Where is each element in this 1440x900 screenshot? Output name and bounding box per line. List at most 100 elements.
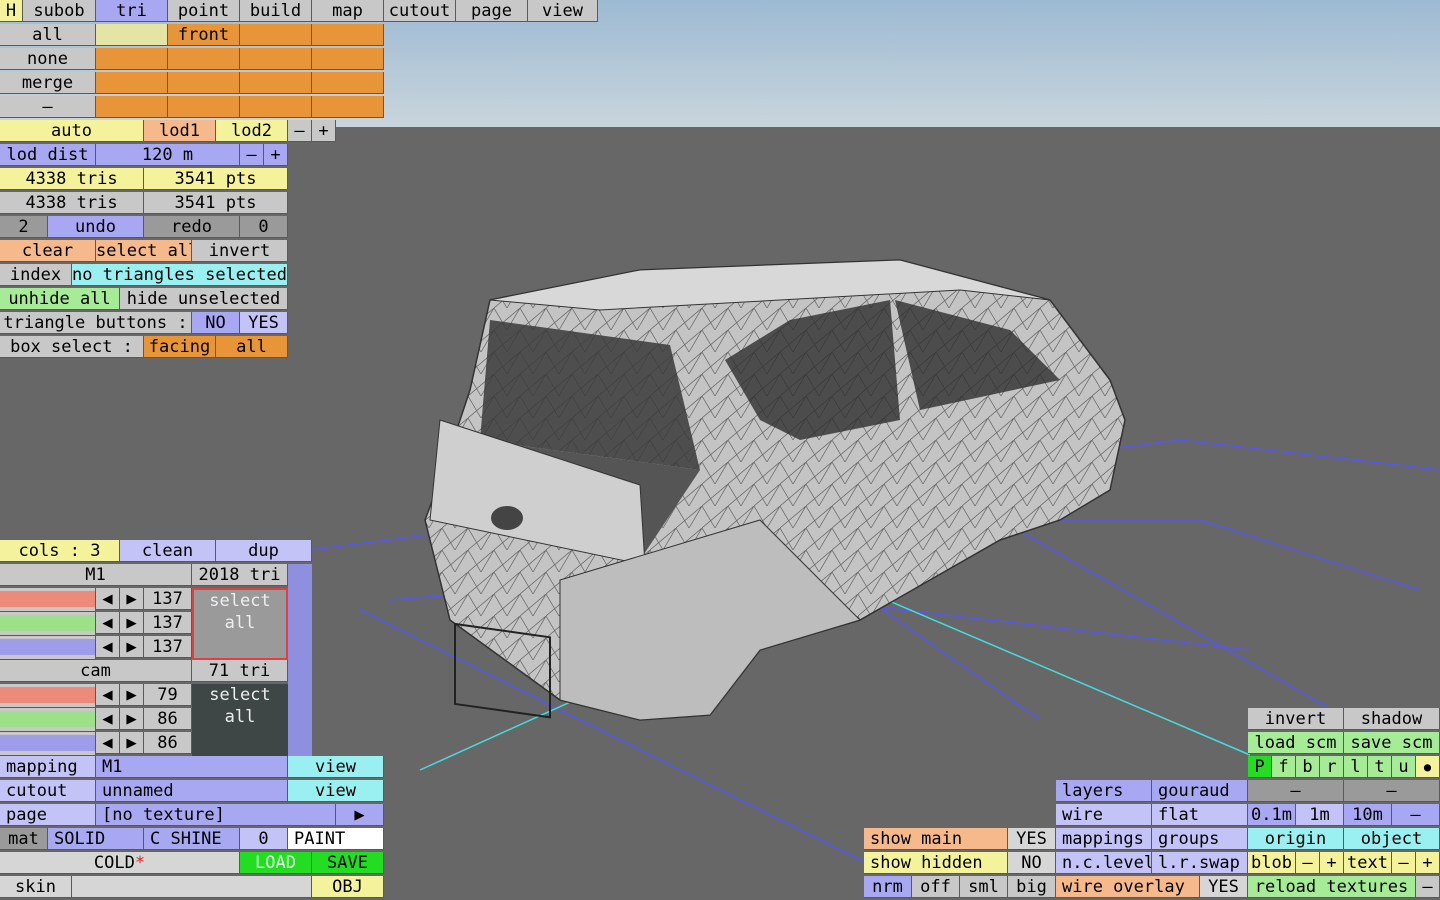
m1-red-slider[interactable] <box>0 588 96 612</box>
tab-tri[interactable]: tri <box>96 0 168 22</box>
m1-blue-right[interactable]: ▶ <box>120 636 144 658</box>
cold-button[interactable]: COLD* <box>0 852 240 874</box>
lod2-button[interactable]: lod2 <box>216 120 288 142</box>
lod1-button[interactable]: lod1 <box>144 120 216 142</box>
redo-button[interactable]: redo <box>144 216 240 238</box>
show-hidden-button[interactable]: show hidden <box>864 852 1008 874</box>
grid-cell[interactable] <box>96 24 168 46</box>
skin-name[interactable] <box>72 876 312 898</box>
obj-button[interactable]: OBJ <box>312 876 384 898</box>
grid-0-1m-button[interactable]: 0.1m <box>1248 804 1296 826</box>
dup-button[interactable]: dup <box>216 540 312 562</box>
cutout-view-button[interactable]: view <box>288 780 384 802</box>
text-button[interactable]: text <box>1344 852 1392 874</box>
dash-button-1[interactable]: – <box>1248 780 1344 802</box>
view-t-button[interactable]: t <box>1368 756 1392 778</box>
cam-blue-right[interactable]: ▶ <box>120 732 144 754</box>
grid-cell[interactable] <box>240 96 312 118</box>
grid-cell[interactable] <box>312 24 384 46</box>
dash-button[interactable]: – <box>0 96 96 118</box>
blob-plus-button[interactable]: + <box>1320 852 1344 874</box>
view-f-button[interactable]: f <box>1272 756 1296 778</box>
cam-green-left[interactable]: ◀ <box>96 708 120 730</box>
m1-select-all[interactable]: select all <box>194 590 286 634</box>
lod-minus-button[interactable]: – <box>288 120 312 142</box>
m1-green-right[interactable]: ▶ <box>120 612 144 634</box>
view-l-button[interactable]: l <box>1344 756 1368 778</box>
cam-green-slider[interactable] <box>0 708 96 732</box>
wire-button[interactable]: wire <box>1056 804 1152 826</box>
grid-cell[interactable] <box>168 72 240 94</box>
shadow-button[interactable]: shadow <box>1344 708 1440 730</box>
view-u-button[interactable]: u <box>1392 756 1416 778</box>
invert-button[interactable]: invert <box>192 240 288 262</box>
grid-cell[interactable] <box>240 48 312 70</box>
select-none-button[interactable]: none <box>0 48 96 70</box>
m1-red-left[interactable]: ◀ <box>96 588 120 610</box>
merge-button[interactable]: merge <box>0 72 96 94</box>
grid-cell[interactable] <box>96 72 168 94</box>
reload-minus-button[interactable]: – <box>1416 876 1440 898</box>
flat-button[interactable]: flat <box>1152 804 1248 826</box>
wire-overlay-button[interactable]: wire overlay <box>1056 876 1200 898</box>
blob-minus-button[interactable]: – <box>1296 852 1320 874</box>
lod-dist-minus[interactable]: – <box>240 144 264 166</box>
tab-cutout[interactable]: cutout <box>384 0 456 22</box>
tab-page[interactable]: page <box>456 0 528 22</box>
m1-red-right[interactable]: ▶ <box>120 588 144 610</box>
big-button[interactable]: big <box>1008 876 1056 898</box>
grid-minus-button[interactable]: – <box>1392 804 1440 826</box>
dash-button-2[interactable]: – <box>1344 780 1440 802</box>
m1-green-slider[interactable] <box>0 612 96 636</box>
grid-cell[interactable] <box>240 72 312 94</box>
mapping-name[interactable]: M1 <box>96 756 288 778</box>
mappings-button[interactable]: mappings <box>1056 828 1152 850</box>
grid-cell[interactable] <box>168 96 240 118</box>
show-hidden-value[interactable]: NO <box>1008 852 1056 874</box>
view-b-button[interactable]: b <box>1296 756 1320 778</box>
grid-1m-button[interactable]: 1m <box>1296 804 1344 826</box>
box-select-all[interactable]: all <box>216 336 288 358</box>
mapping-view-button[interactable]: view <box>288 756 384 778</box>
origin-button[interactable]: origin <box>1248 828 1344 850</box>
show-main-button[interactable]: show main <box>864 828 1008 850</box>
grid-10m-button[interactable]: 10m <box>1344 804 1392 826</box>
cam-blue-slider[interactable] <box>0 732 96 756</box>
undo-button[interactable]: undo <box>48 216 144 238</box>
show-main-value[interactable]: YES <box>1008 828 1056 850</box>
c-shine-button[interactable]: C SHINE <box>144 828 240 850</box>
layers-button[interactable]: layers <box>1056 780 1152 802</box>
hide-unselected-button[interactable]: hide unselected <box>120 288 288 310</box>
reload-textures-button[interactable]: reload textures <box>1248 876 1416 898</box>
blob-button[interactable]: blob <box>1248 852 1296 874</box>
m1-swatch[interactable]: select all <box>192 588 288 660</box>
sml-button[interactable]: sml <box>960 876 1008 898</box>
cam-green-right[interactable]: ▶ <box>120 708 144 730</box>
grid-cell[interactable] <box>168 48 240 70</box>
material-cam-name[interactable]: cam <box>0 660 192 682</box>
cam-swatch[interactable]: select all <box>192 684 288 756</box>
wire-overlay-value[interactable]: YES <box>1200 876 1248 898</box>
grid-cell[interactable] <box>96 48 168 70</box>
box-select-facing[interactable]: facing <box>144 336 216 358</box>
view-p-button[interactable]: P <box>1248 756 1272 778</box>
select-all-tri-button[interactable]: select all <box>96 240 192 262</box>
off-button[interactable]: off <box>912 876 960 898</box>
load-scm-button[interactable]: load scm <box>1248 732 1344 754</box>
cam-red-left[interactable]: ◀ <box>96 684 120 706</box>
dot-icon[interactable]: ● <box>1416 756 1440 778</box>
m1-blue-slider[interactable] <box>0 636 96 660</box>
lr-swap-button[interactable]: l.r.swap <box>1152 852 1248 874</box>
nc-level-button[interactable]: n.c.level <box>1056 852 1152 874</box>
nrm-button[interactable]: nrm <box>864 876 912 898</box>
tab-point[interactable]: point <box>168 0 240 22</box>
solid-button[interactable]: SOLID <box>48 828 144 850</box>
groups-button[interactable]: groups <box>1152 828 1248 850</box>
load-button[interactable]: LOAD <box>240 852 312 874</box>
clean-button[interactable]: clean <box>120 540 216 562</box>
tab-build[interactable]: build <box>240 0 312 22</box>
object-button[interactable]: object <box>1344 828 1440 850</box>
unhide-all-button[interactable]: unhide all <box>0 288 120 310</box>
clear-button[interactable]: clear <box>0 240 96 262</box>
grid-cell[interactable] <box>312 48 384 70</box>
